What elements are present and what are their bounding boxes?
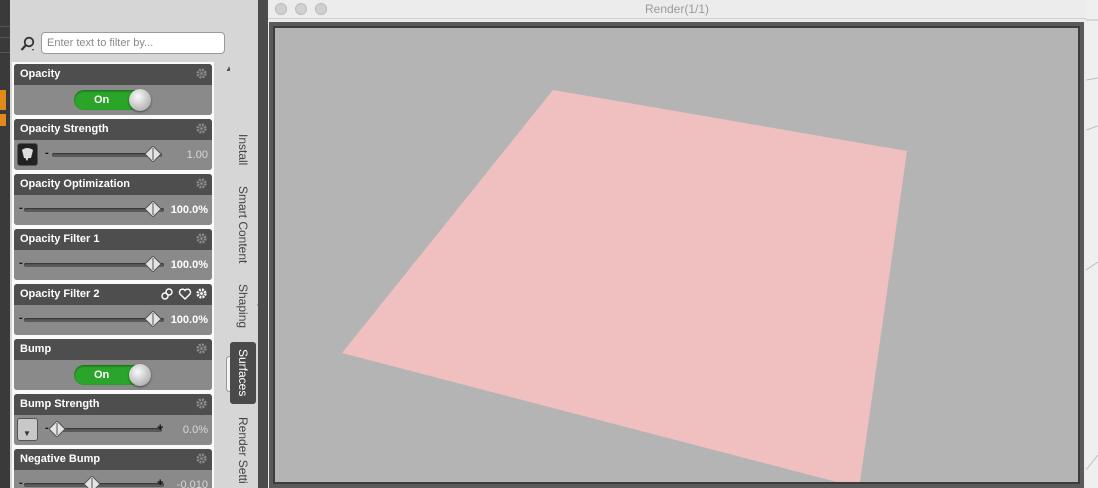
slider-track[interactable]	[24, 208, 164, 212]
chevron-down-icon: ▼	[23, 429, 31, 438]
property-title: Opacity Filter 1	[20, 233, 100, 245]
pane-tabs: Install Smart Content Shaping Surfaces R…	[230, 0, 258, 488]
link-icon[interactable]	[160, 287, 174, 301]
decrease-icon[interactable]: -	[19, 257, 23, 269]
decrease-icon[interactable]: -	[45, 147, 49, 159]
tab-install[interactable]: Install	[230, 128, 256, 172]
property-negative-bump: Negative Bump - + -0.010	[14, 449, 212, 488]
property-opacity-strength: Opacity Strength ▼ - 1.00	[14, 119, 212, 170]
window-title: Render(1/1)	[644, 2, 710, 16]
slider-value[interactable]: -0.010	[177, 479, 208, 488]
slider-thumb[interactable]	[145, 311, 161, 327]
property-title: Bump	[20, 343, 52, 355]
tab-shaping[interactable]: Shaping	[230, 280, 256, 332]
decrease-icon[interactable]: -	[19, 202, 23, 214]
slider-thumb[interactable]	[145, 146, 161, 162]
image-map-button[interactable]: ▼	[17, 418, 38, 441]
window-titlebar[interactable]: Render(1/1)	[268, 0, 1086, 19]
heart-icon[interactable]	[178, 287, 192, 301]
property-title: Opacity Filter 2	[20, 288, 100, 300]
property-title: Opacity Strength	[20, 123, 109, 135]
gear-icon[interactable]	[195, 452, 208, 465]
decrease-icon[interactable]: -	[19, 477, 23, 488]
viewport-grid-edge	[1086, 0, 1098, 488]
viewport-accent	[0, 90, 6, 110]
gear-icon[interactable]	[195, 342, 208, 355]
slider-value[interactable]: 1.00	[187, 149, 208, 161]
slider-track[interactable]	[24, 263, 164, 267]
tab-surfaces[interactable]: Surfaces	[230, 342, 256, 404]
decrease-icon[interactable]: -	[19, 312, 23, 324]
gear-icon[interactable]	[195, 397, 208, 410]
slider-thumb[interactable]	[49, 421, 65, 437]
property-opacity-optimization: Opacity Optimization - 100.0%	[14, 174, 212, 225]
slider-value[interactable]: 100.0%	[171, 204, 208, 216]
property-opacity: Opacity On	[14, 64, 212, 115]
chevron-down-icon: ▼	[23, 154, 31, 163]
pane-divider[interactable]	[258, 0, 268, 488]
gear-icon[interactable]	[195, 67, 208, 80]
gear-icon[interactable]	[195, 287, 208, 300]
rendered-plane	[342, 90, 907, 482]
filter-input[interactable]	[41, 32, 225, 54]
viewport-accent	[0, 114, 6, 126]
tab-smart-content[interactable]: Smart Content	[230, 180, 256, 270]
gear-icon[interactable]	[195, 122, 208, 135]
increase-icon[interactable]: +	[157, 422, 163, 434]
render-image-frame	[273, 26, 1080, 484]
opacity-toggle[interactable]: On	[74, 89, 151, 111]
image-map-button[interactable]: ▼	[17, 143, 38, 166]
bump-toggle[interactable]: On	[74, 364, 151, 386]
slider-thumb[interactable]	[145, 201, 161, 217]
render-window: Render(1/1)	[268, 0, 1086, 488]
search-icon[interactable]	[20, 36, 36, 52]
tab-render-settings[interactable]: Render Setti	[230, 412, 256, 488]
property-title: Opacity	[20, 68, 61, 80]
slider-value[interactable]: 100.0%	[171, 259, 208, 271]
slider-value[interactable]: 0.0%	[183, 424, 208, 436]
property-title: Bump Strength	[20, 398, 100, 410]
slider-track[interactable]	[24, 318, 164, 322]
increase-icon[interactable]: +	[157, 477, 163, 488]
property-title: Opacity Optimization	[20, 178, 131, 190]
gear-icon[interactable]	[195, 177, 208, 190]
property-bump-strength: Bump Strength ▼ - + 0.0%	[14, 394, 212, 445]
property-list: Opacity On Opacity Strength ▼ - 1.00 Opa…	[12, 62, 214, 488]
property-title: Negative Bump	[20, 453, 101, 465]
surfaces-panel: Opacity On Opacity Strength ▼ - 1.00	[10, 0, 234, 488]
slider-track[interactable]	[52, 428, 162, 432]
slider-thumb[interactable]	[84, 476, 100, 488]
property-opacity-filter-2: Opacity Filter 2 - 100.0%	[14, 284, 212, 335]
property-bump: Bump On	[14, 339, 212, 390]
viewport-edge	[0, 0, 10, 488]
render-image	[342, 90, 907, 482]
slider-value[interactable]: 100.0%	[171, 314, 208, 326]
property-opacity-filter-1: Opacity Filter 1 - 100.0%	[14, 229, 212, 280]
render-viewport	[269, 22, 1084, 488]
slider-thumb[interactable]	[145, 256, 161, 272]
gear-icon[interactable]	[195, 232, 208, 245]
